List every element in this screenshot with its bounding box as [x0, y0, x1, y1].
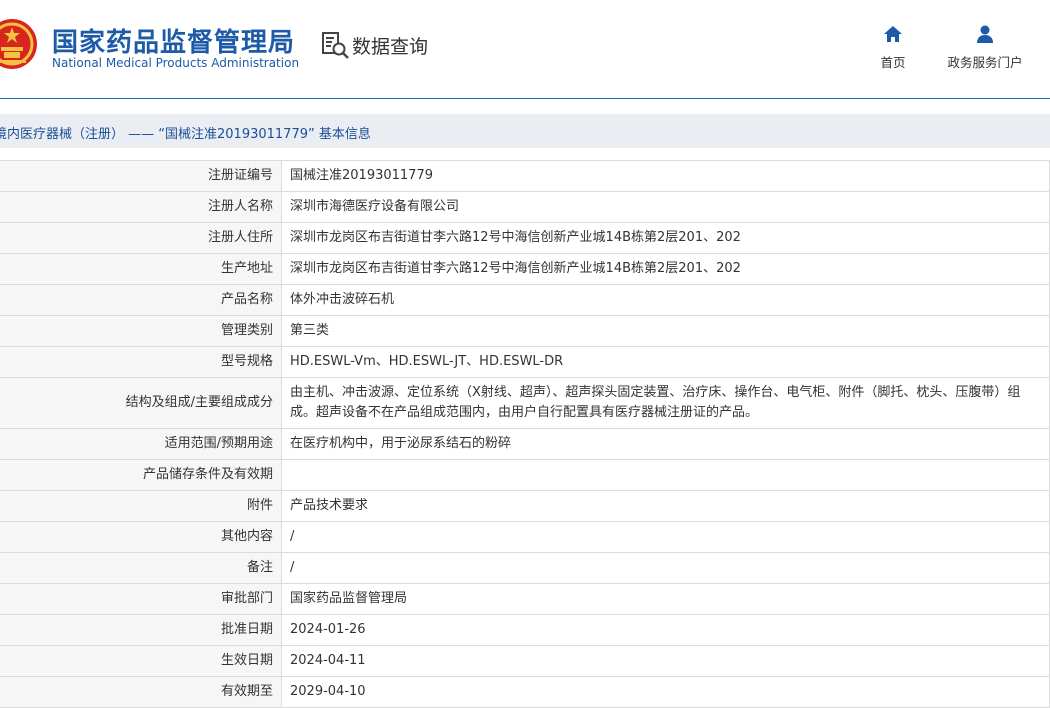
field-label: 注册人住所	[0, 222, 282, 254]
field-value: 产品技术要求	[281, 490, 1050, 522]
field-value	[281, 459, 1050, 491]
field-value: 体外冲击波碎石机	[281, 284, 1050, 316]
field-label: 产品储存条件及有效期	[0, 459, 282, 491]
field-value: /	[281, 521, 1050, 553]
field-label: 适用范围/预期用途	[0, 428, 282, 460]
field-value: 国械注准20193011779	[281, 160, 1050, 192]
breadcrumb-bar: 境内医疗器械（注册） —— “国械注准20193011779” 基本信息	[0, 114, 1050, 148]
field-label: 产品名称	[0, 284, 282, 316]
field-label: 生产地址	[0, 253, 282, 285]
table-row: 附件 产品技术要求	[0, 490, 1050, 522]
field-label: 生效日期	[0, 645, 282, 677]
field-label: 其他内容	[0, 521, 282, 553]
field-value: 第三类	[281, 315, 1050, 347]
table-row: 备注 /	[0, 552, 1050, 584]
field-value: 深圳市龙岗区布吉街道甘李六路12号中海信创新产业城14B栋第2层201、202	[281, 253, 1050, 285]
field-label: 批准日期	[0, 614, 282, 646]
table-row: 注册人名称 深圳市海德医疗设备有限公司	[0, 191, 1050, 223]
field-value: 深圳市海德医疗设备有限公司	[281, 191, 1050, 223]
agency-name-en[interactable]: National Medical Products Administration	[52, 56, 299, 70]
registration-info-table: 注册证编号 国械注准20193011779 注册人名称 深圳市海德医疗设备有限公司 注册…	[0, 160, 1050, 708]
field-label: 备注	[0, 552, 282, 584]
field-value: 国家药品监督管理局	[281, 583, 1050, 615]
document-search-icon	[322, 32, 349, 59]
site-header: 国家药品监督管理局 National Medical Products Admi…	[0, 0, 1050, 99]
table-row: 生效日期 2024-04-11	[0, 645, 1050, 677]
field-label: 注册证编号	[0, 160, 282, 192]
field-value: 2024-04-11	[281, 645, 1050, 677]
field-label: 管理类别	[0, 315, 282, 347]
nav-home[interactable]: 首页	[880, 24, 906, 71]
user-icon	[977, 25, 993, 43]
field-value: 在医疗机构中，用于泌尿系结石的粉碎	[281, 428, 1050, 460]
nav-gov-service-label: 政务服务门户	[947, 55, 1023, 70]
data-query-title[interactable]: 数据查询	[320, 30, 428, 60]
table-row: 审批部门 国家药品监督管理局	[0, 583, 1050, 615]
table-row: 其他内容 /	[0, 521, 1050, 553]
field-label: 附件	[0, 490, 282, 522]
table-row: 生产地址 深圳市龙岗区布吉街道甘李六路12号中海信创新产业城14B栋第2层201、…	[0, 253, 1050, 285]
field-value: HD.ESWL-Vm、HD.ESWL-JT、HD.ESWL-DR	[281, 346, 1050, 378]
table-row: 注册证编号 国械注准20193011779	[0, 160, 1050, 192]
table-row: 产品储存条件及有效期	[0, 459, 1050, 491]
table-row: 型号规格 HD.ESWL-Vm、HD.ESWL-JT、HD.ESWL-DR	[0, 346, 1050, 378]
field-label: 审批部门	[0, 583, 282, 615]
field-value: /	[281, 552, 1050, 584]
nav-gov-service-portal[interactable]: 政务服务门户	[944, 24, 1026, 71]
data-query-label: 数据查询	[352, 35, 429, 58]
table-row: 产品名称 体外冲击波碎石机	[0, 284, 1050, 316]
table-row: 适用范围/预期用途 在医疗机构中，用于泌尿系结石的粉碎	[0, 428, 1050, 460]
field-value: 2024-01-26	[281, 614, 1050, 646]
nav-home-label: 首页	[880, 55, 906, 70]
table-row: 结构及组成/主要组成成分 由主机、冲击波源、定位系统（X射线、超声）、超声探头固定…	[0, 377, 1050, 429]
field-value: 由主机、冲击波源、定位系统（X射线、超声）、超声探头固定装置、治疗床、操作台、电…	[281, 377, 1050, 429]
national-emblem-icon	[0, 19, 37, 69]
field-label: 结构及组成/主要组成成分	[0, 377, 282, 429]
field-label: 型号规格	[0, 346, 282, 378]
home-icon	[884, 26, 902, 42]
field-value: 深圳市龙岗区布吉街道甘李六路12号中海信创新产业城14B栋第2层201、202	[281, 222, 1050, 254]
agency-name-cn[interactable]: 国家药品监督管理局	[52, 22, 295, 59]
table-row: 注册人住所 深圳市龙岗区布吉街道甘李六路12号中海信创新产业城14B栋第2层201…	[0, 222, 1050, 254]
table-row: 管理类别 第三类	[0, 315, 1050, 347]
breadcrumb: 境内医疗器械（注册） —— “国械注准20193011779” 基本信息	[0, 127, 371, 142]
table-row: 批准日期 2024-01-26	[0, 614, 1050, 646]
field-label: 注册人名称	[0, 191, 282, 223]
